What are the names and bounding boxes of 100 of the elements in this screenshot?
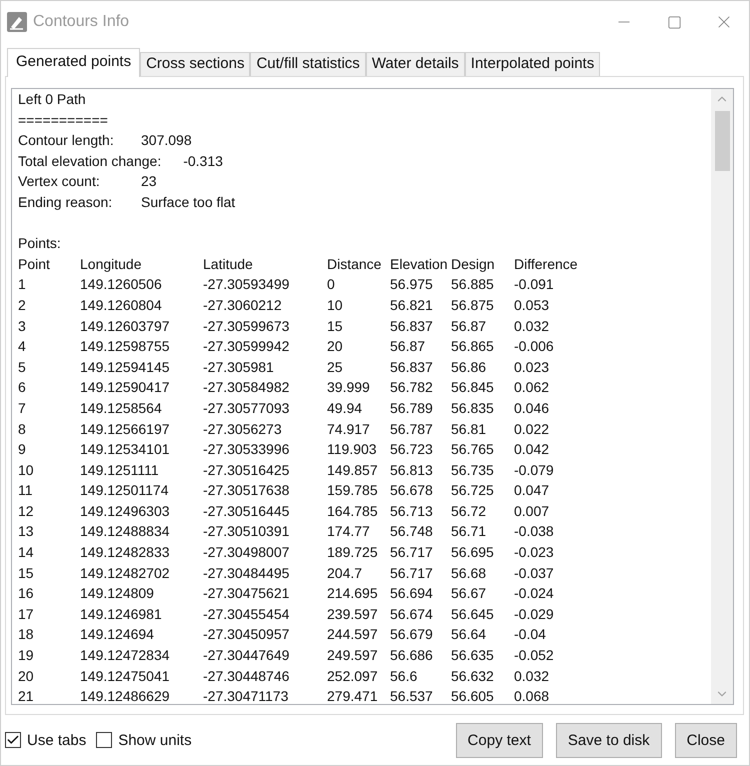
table-cell-text: 149.1246981 (80, 604, 163, 624)
table-cell-text: 0.046 (514, 398, 550, 418)
tab[interactable]: Generated points (7, 48, 140, 77)
table-cell-text: 9 (18, 440, 27, 460)
table-cell-text: -27.305981 (203, 358, 275, 377)
table-cell-text: 56.635 (451, 646, 495, 666)
tab[interactable]: Cross sections (140, 52, 250, 76)
info-label: Contour length: (18, 131, 115, 150)
table-cell-text: 17 (18, 604, 35, 624)
table-cell-text: -0.006 (514, 337, 555, 356)
table-cell-text: -0.079 (514, 460, 555, 480)
table-cell-text: -27.3056273 (203, 420, 283, 438)
table-cell-text: 149.12590417 (80, 378, 171, 398)
scrollbar[interactable] (711, 89, 733, 704)
table-cell-text: 5 (18, 358, 27, 377)
table-cell-text: -27.30484495 (203, 564, 290, 583)
table-cell-text: -0.037 (514, 564, 555, 583)
table-cell-text: 56.674 (390, 604, 434, 624)
table-cell-text: 252.097 (327, 666, 379, 686)
dialog-button[interactable]: Save to disk (556, 722, 662, 758)
table-cell-text: -27.30577093 (203, 398, 290, 418)
table-cell-text: 149.12475041 (80, 666, 171, 686)
table-cell-text: -27.3060212 (203, 296, 283, 315)
table-cell-text: 10 (18, 460, 35, 480)
table-cell-text: 18 (18, 625, 35, 644)
checkbox[interactable] (96, 732, 112, 748)
column-header: Elevation (390, 254, 449, 274)
column-header: Difference (514, 254, 578, 274)
table-cell-text: 56.885 (451, 275, 495, 294)
table-cell-text: 56.821 (390, 296, 434, 315)
section-label: Points: (18, 235, 61, 252)
column-header: Latitude (203, 254, 254, 274)
table-cell-text: 56.717 (390, 543, 434, 562)
table-cell-text: 56.835 (451, 398, 495, 418)
table-cell-text: 56.717 (390, 564, 434, 583)
table-cell-text: 56.87 (390, 337, 426, 356)
table-cell-text: -0.038 (514, 522, 555, 542)
table-cell-text: -0.04 (514, 625, 547, 644)
table-cell-text: 1 (18, 275, 27, 294)
table-cell-text: 56.71 (451, 522, 488, 542)
table-cell-text: 56.68 (451, 564, 488, 583)
tab[interactable]: Water details (366, 52, 465, 76)
table-cell-text: 39.999 (327, 378, 371, 398)
table-cell-text: 149.12482833 (80, 543, 171, 562)
table-cell-text: 56.975 (390, 275, 434, 294)
table-cell-text: 56.748 (390, 522, 434, 542)
tab[interactable]: Cut/fill statistics (250, 52, 366, 76)
table-cell-text: 56.678 (390, 481, 434, 500)
table-cell-text: 2 (18, 296, 27, 315)
table-cell-text: -0.023 (514, 543, 555, 562)
table-cell-text: 56.86 (451, 358, 488, 377)
table-cell-text: 149.857 (327, 460, 379, 480)
table-cell-text: 149.124809 (80, 584, 155, 604)
column-header: Distance (327, 254, 382, 274)
report-title: Left 0 Path (18, 91, 86, 107)
table-cell-text: -27.30448746 (203, 666, 290, 686)
table-cell-text: 164.785 (327, 502, 379, 521)
table-cell-text: -27.30599673 (203, 316, 290, 336)
checkbox[interactable] (5, 732, 21, 748)
scrollbar-thumb[interactable] (714, 111, 730, 171)
table-cell-text: 16 (18, 584, 35, 604)
table-cell-text: 56.6 (390, 666, 418, 686)
table-cell-text: 56.725 (451, 481, 495, 500)
table-cell-text: 56.67 (451, 584, 488, 604)
table-cell-text: 56.605 (451, 687, 495, 704)
table-cell-text: 6 (18, 378, 27, 398)
table-cell-text: 0.032 (514, 666, 550, 686)
dialog-button[interactable]: Copy text (456, 722, 543, 758)
table-cell-text: 7 (18, 398, 27, 418)
table-cell-text: 0.007 (514, 502, 550, 521)
table-cell-text: 56.837 (390, 316, 434, 336)
table-cell-text: 249.597 (327, 646, 379, 666)
table-cell-text: 204.7 (327, 564, 364, 583)
table-cell-text: 56.813 (390, 460, 434, 480)
table-cell-text: 0.022 (514, 420, 550, 438)
table-cell-text: 149.12472834 (80, 646, 171, 666)
dialog-button[interactable]: Close (674, 722, 737, 758)
table-cell-text: 56.645 (451, 604, 495, 624)
table-cell-text: 20 (18, 666, 35, 686)
table-cell-text: 12 (18, 502, 35, 521)
table-cell-text: 0.032 (514, 316, 550, 336)
table-cell-text: -27.30599942 (203, 337, 290, 356)
table-cell-text: 149.12501174 (80, 481, 170, 500)
table-cell-text: -27.30498007 (203, 543, 290, 562)
table-cell-text: 11 (18, 481, 34, 500)
column-header: Longitude (80, 254, 143, 274)
table-cell-text: 56.837 (390, 358, 434, 377)
info-label: Vertex count: (18, 172, 101, 192)
table-cell-text: 244.597 (327, 625, 379, 644)
table-cell-text: 149.1260804 (80, 296, 163, 315)
info-label: Total elevation change: (18, 152, 162, 171)
table-cell-text: -0.029 (514, 604, 555, 624)
table-cell-text: 56.694 (390, 584, 434, 604)
tab[interactable]: Interpolated points (464, 52, 600, 76)
table-cell-text: 56.865 (451, 337, 495, 356)
info-value: -0.313 (183, 152, 223, 171)
table-cell-text: 119.903 (327, 440, 378, 460)
table-cell-text: 0.068 (514, 687, 550, 704)
table-cell-text: 56.679 (390, 625, 434, 644)
maximize-icon[interactable] (666, 14, 682, 30)
